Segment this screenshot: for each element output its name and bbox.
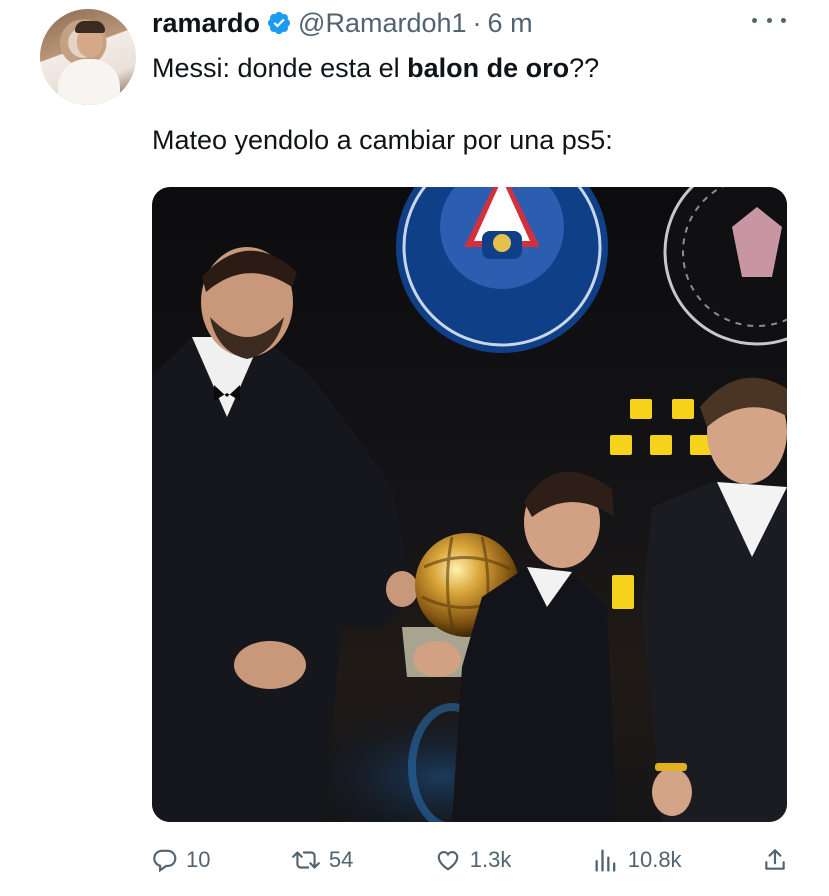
more-dot xyxy=(766,17,772,23)
verified-badge-icon xyxy=(267,11,291,35)
reply-count: 10 xyxy=(186,847,211,872)
share-button[interactable] xyxy=(762,846,788,874)
reply-icon xyxy=(153,849,177,873)
photo-illustration xyxy=(152,187,787,822)
psg-crest xyxy=(396,187,608,353)
header-separator: · xyxy=(472,7,482,38)
like-count: 1.3k xyxy=(469,847,512,872)
share-icon xyxy=(765,849,785,870)
avatar-shirt xyxy=(58,59,120,105)
reply-button[interactable]: 10 xyxy=(152,847,210,873)
retweet-count: 54 xyxy=(328,847,354,872)
inter-miami-crest xyxy=(663,187,787,346)
avatar-hair xyxy=(75,21,105,33)
like-button[interactable]: 1.3k xyxy=(434,847,512,873)
retweet-icon xyxy=(291,851,320,869)
like-icon xyxy=(437,851,459,871)
tweet-text-segment: ?? xyxy=(569,53,600,83)
tweet-line-2: Mateo yendolo a cambiar por una ps5: xyxy=(152,125,613,155)
author-handle[interactable]: @Ramardoh1 xyxy=(298,8,467,39)
more-icon[interactable] xyxy=(752,10,786,30)
tweet-text-segment: Messi: donde esta el xyxy=(152,53,408,83)
tweet-text: Messi: donde esta el balon de oro?? Mate… xyxy=(152,50,792,158)
author-name[interactable]: ramardo xyxy=(152,8,260,39)
more-dot xyxy=(781,17,786,23)
views-button[interactable]: 10.8k xyxy=(592,846,682,874)
tweet-media-photo[interactable] xyxy=(152,187,787,822)
tweet-action-bar: 10 54 1.3k 10.8k xyxy=(152,840,788,880)
views-icon xyxy=(595,849,616,872)
tweet-text-bold: balon de oro xyxy=(407,53,570,83)
retweet-button[interactable]: 54 xyxy=(291,847,353,873)
tweet-line-1: Messi: donde esta el balon de oro?? xyxy=(152,50,792,86)
tweet-timestamp[interactable]: 6 m xyxy=(488,8,533,39)
view-count: 10.8k xyxy=(627,847,682,872)
author-avatar[interactable] xyxy=(40,9,136,105)
more-dot xyxy=(752,17,757,23)
tweet-header: ramardo @Ramardoh1 · 6 m xyxy=(152,6,533,40)
